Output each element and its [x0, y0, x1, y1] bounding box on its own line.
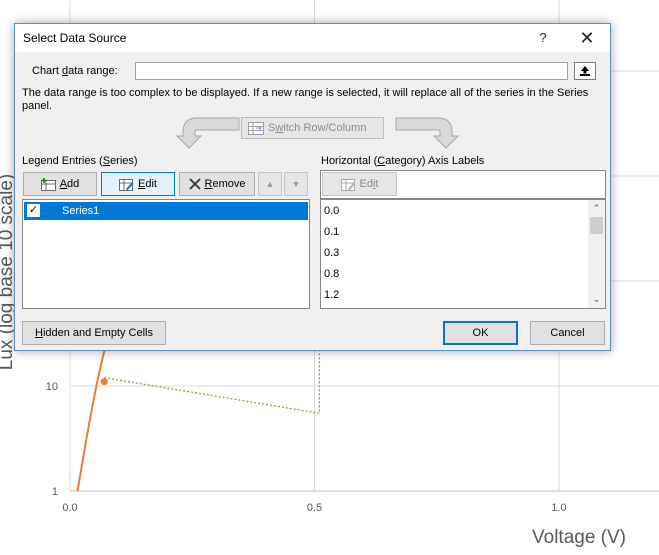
- select-data-source-dialog: Select Data Source ? ✕ Chart data range:…: [14, 23, 611, 351]
- axis-labels-scrollbar[interactable]: ⌃ ⌄: [588, 200, 605, 308]
- edit-table-icon: [340, 178, 355, 191]
- x-tick-label: 1.0: [551, 502, 566, 514]
- axis-labels-label: Horizontal (Category) Axis Labels: [321, 155, 485, 167]
- axis-labels-toolbar: Edit: [320, 170, 606, 199]
- dialog-title: Select Data Source: [23, 31, 127, 45]
- series-list[interactable]: ✓ Series1: [22, 199, 310, 309]
- axis-label-item[interactable]: 0.8: [324, 268, 339, 280]
- chart-data-range-input[interactable]: [135, 62, 568, 80]
- edit-table-icon: [119, 178, 134, 191]
- axis-label-item[interactable]: 0.3: [324, 247, 339, 259]
- switch-grid-icon: [248, 121, 264, 135]
- scroll-thumb[interactable]: [590, 217, 603, 234]
- collapse-range-button[interactable]: [574, 62, 596, 80]
- curved-arrow-right-icon: [395, 117, 460, 149]
- scroll-up-icon[interactable]: ⌃: [588, 200, 605, 217]
- remove-x-icon: [188, 178, 201, 190]
- triangle-up-icon: ▲: [265, 179, 275, 189]
- axis-label-item[interactable]: 0.0: [324, 205, 339, 217]
- move-up-button[interactable]: ▲: [258, 172, 282, 196]
- range-message: The data range is too complex to be disp…: [22, 87, 589, 112]
- x-tick-label: 0.5: [307, 502, 322, 514]
- axis-label-item[interactable]: 1.2: [324, 289, 339, 301]
- edit-axis-labels-button[interactable]: Edit: [322, 172, 397, 196]
- triangle-down-icon: ▼: [291, 179, 301, 189]
- data-point: [100, 378, 108, 386]
- chart-tick-labels: 1100.00.51.01.52.0: [46, 381, 567, 514]
- y-tick-label: 10: [46, 381, 58, 393]
- edit-series-button[interactable]: Edit: [101, 172, 175, 196]
- axis-labels-list[interactable]: 0.0 0.1 0.3 0.8 1.2 ⌃ ⌄: [320, 199, 606, 309]
- chart-data-range-label: Chart data range:: [32, 65, 118, 77]
- question-mark-icon[interactable]: ?: [523, 26, 563, 50]
- series-row-series1[interactable]: ✓ Series1: [24, 202, 308, 220]
- scroll-down-icon[interactable]: ⌄: [588, 291, 605, 308]
- series-name: Series1: [62, 205, 100, 217]
- axis-label-item[interactable]: 0.1: [324, 226, 339, 238]
- legend-entries-label: Legend Entries (Series): [22, 155, 138, 167]
- close-icon[interactable]: ✕: [567, 26, 607, 50]
- x-axis-title: Voltage (V): [532, 527, 626, 548]
- move-down-button[interactable]: ▼: [284, 172, 308, 196]
- title-bar: Select Data Source ? ✕: [15, 24, 610, 52]
- add-table-icon: [40, 177, 56, 191]
- collapse-arrow-icon: [580, 66, 590, 76]
- ok-button[interactable]: OK: [443, 321, 518, 345]
- cancel-button[interactable]: Cancel: [530, 321, 605, 345]
- curved-arrow-left-icon: [175, 117, 240, 149]
- switch-row-column-button[interactable]: Switch Row/Column: [241, 117, 384, 139]
- y-tick-label: 1: [52, 486, 58, 498]
- series-checkbox[interactable]: ✓: [27, 204, 40, 217]
- hidden-empty-cells-button[interactable]: Hidden and Empty Cells: [22, 321, 166, 345]
- x-tick-label: 0.0: [62, 502, 77, 514]
- remove-series-button[interactable]: Remove: [179, 172, 255, 196]
- add-series-button[interactable]: Add: [23, 172, 97, 196]
